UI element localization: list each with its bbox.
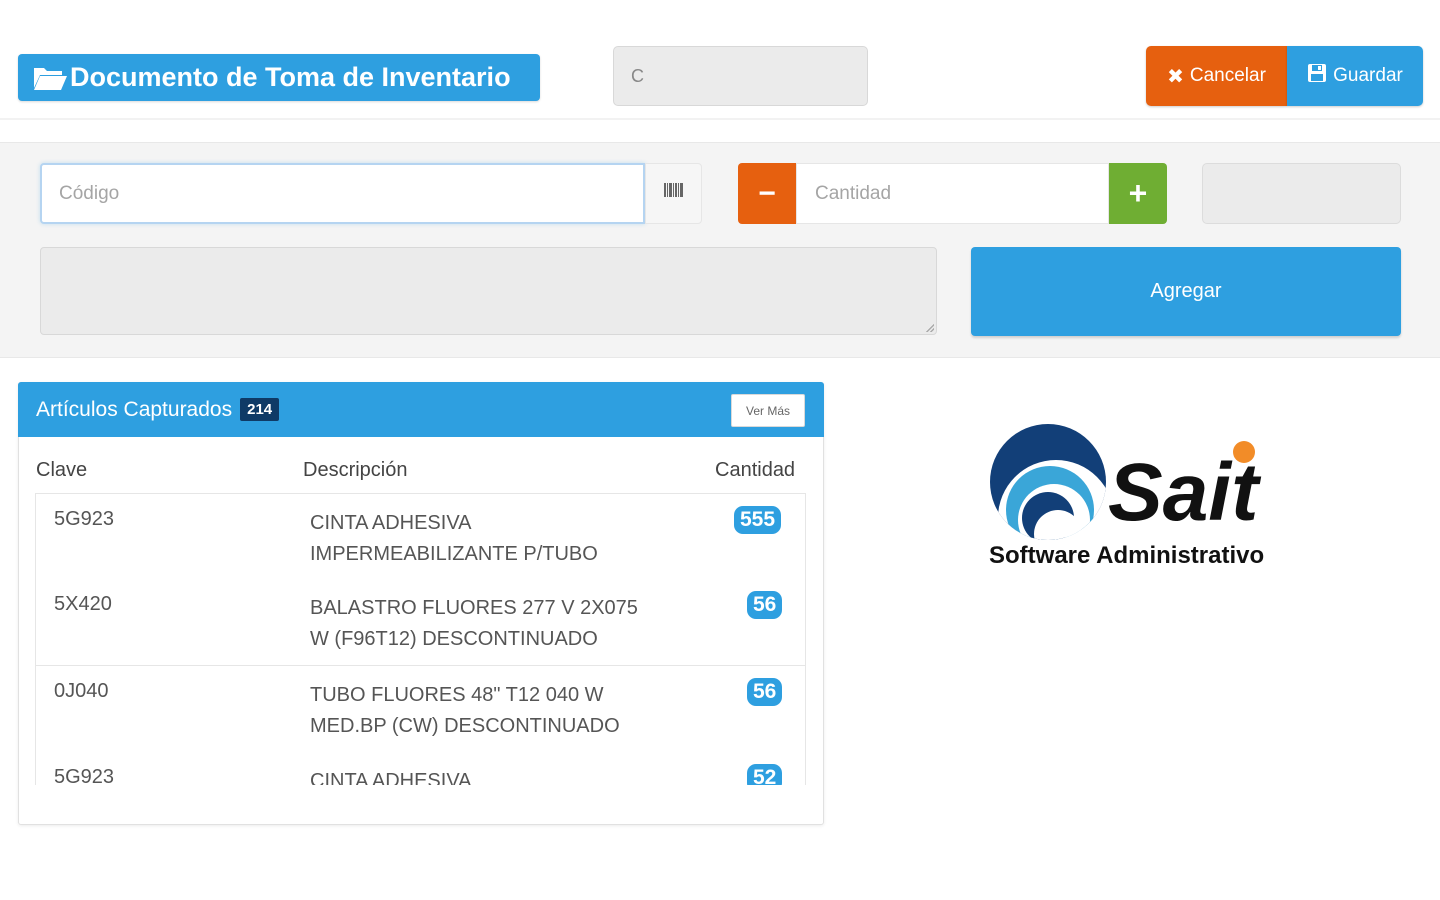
item-clave: 5X420 xyxy=(54,593,112,615)
item-clave: 0J040 xyxy=(54,680,109,702)
cancel-button-label: Cancelar xyxy=(1189,65,1266,86)
header-divider xyxy=(0,118,1440,120)
item-description-line: BALASTRO FLUORES 277 V 2X075 xyxy=(310,597,638,619)
page-title-text: Documento de Toma de Inventario xyxy=(70,62,511,92)
item-description: CINTA ADHESIVA xyxy=(310,766,680,785)
item-clave: 5G923 xyxy=(54,766,115,785)
add-button-label: Agregar xyxy=(1150,280,1222,302)
articles-card-header: Artículos Capturados 214 xyxy=(18,382,824,437)
item-description-line: MED.BP (CW) DESCONTINUADO xyxy=(310,715,620,737)
item-quantity-badge: 555 xyxy=(734,506,782,534)
logo-name: Sait xyxy=(1108,447,1262,538)
close-icon: ✖ xyxy=(1167,65,1184,88)
codigo-input[interactable]: Código xyxy=(40,163,645,224)
see-more-label: Ver Más xyxy=(745,403,790,418)
document-number-field[interactable]: C xyxy=(613,46,868,106)
item-description-line: W (F96T12) DESCONTINUADO xyxy=(310,628,598,650)
see-more-button[interactable]: Ver Más xyxy=(731,394,805,427)
cancel-button[interactable]: ✖ Cancelar xyxy=(1146,46,1287,106)
minus-icon: − xyxy=(758,176,776,210)
cantidad-placeholder: Cantidad xyxy=(815,182,892,204)
document-number-value: C xyxy=(631,65,644,86)
item-description-line: IMPERMEABILIZANTE P/TUBO xyxy=(310,543,598,565)
cantidad-input[interactable]: Cantidad xyxy=(796,163,1109,224)
articles-count-badge: 214 xyxy=(240,398,280,421)
item-description: CINTA ADHESIVA IMPERMEABILIZANTE P/TUBO xyxy=(310,508,680,570)
item-quantity-badge: 52 xyxy=(747,764,783,785)
barcode-icon xyxy=(663,181,685,206)
list-item[interactable]: 5G923 CINTA ADHESIVA IMPERMEABILIZANTE P… xyxy=(35,493,806,580)
item-quantity-badge: 56 xyxy=(747,591,783,619)
page-title: Documento de Toma de Inventario xyxy=(18,54,540,101)
add-button[interactable]: Agregar xyxy=(971,247,1401,336)
articles-list[interactable]: 5G923 CINTA ADHESIVA IMPERMEABILIZANTE P… xyxy=(35,493,806,785)
sait-logo: Sait Software Administrativo xyxy=(986,420,1296,575)
logo-tagline: Software Administrativo xyxy=(989,542,1264,569)
list-item[interactable]: 5G923 CINTA ADHESIVA 52 xyxy=(35,752,806,785)
increase-quantity-button[interactable]: + xyxy=(1109,163,1167,224)
barcode-scan-button[interactable] xyxy=(645,163,702,224)
decrease-quantity-button[interactable]: − xyxy=(738,163,796,224)
item-description: TUBO FLUORES 48" T12 040 W MED.BP (CW) D… xyxy=(310,680,680,742)
resize-handle-icon[interactable] xyxy=(926,324,934,332)
item-description: BALASTRO FLUORES 277 V 2X075 W (F96T12) … xyxy=(310,593,680,655)
save-icon xyxy=(1307,63,1327,89)
item-description-line: CINTA ADHESIVA xyxy=(310,770,472,785)
plus-icon: + xyxy=(1128,175,1148,211)
item-clave: 5G923 xyxy=(54,508,115,530)
column-header-clave: Clave xyxy=(36,459,88,481)
item-description-line: CINTA ADHESIVA xyxy=(310,512,472,534)
list-item[interactable]: 0J040 TUBO FLUORES 48" T12 040 W MED.BP … xyxy=(35,666,806,753)
item-description-line: TUBO FLUORES 48" T12 040 W xyxy=(310,684,604,706)
column-header-cantidad: Cantidad xyxy=(715,459,796,481)
codigo-placeholder: Código xyxy=(59,182,120,204)
item-quantity-badge: 56 xyxy=(747,678,783,706)
save-button[interactable]: Guardar xyxy=(1287,46,1423,106)
list-item[interactable]: 5X420 BALASTRO FLUORES 277 V 2X075 W (F9… xyxy=(35,579,806,666)
column-header-descripcion: Descripción xyxy=(303,459,408,481)
save-button-label: Guardar xyxy=(1333,65,1403,86)
description-textarea[interactable] xyxy=(40,247,937,335)
unit-field[interactable] xyxy=(1202,163,1401,224)
articles-title: Artículos Capturados xyxy=(36,397,233,421)
folder-open-icon xyxy=(32,64,68,92)
